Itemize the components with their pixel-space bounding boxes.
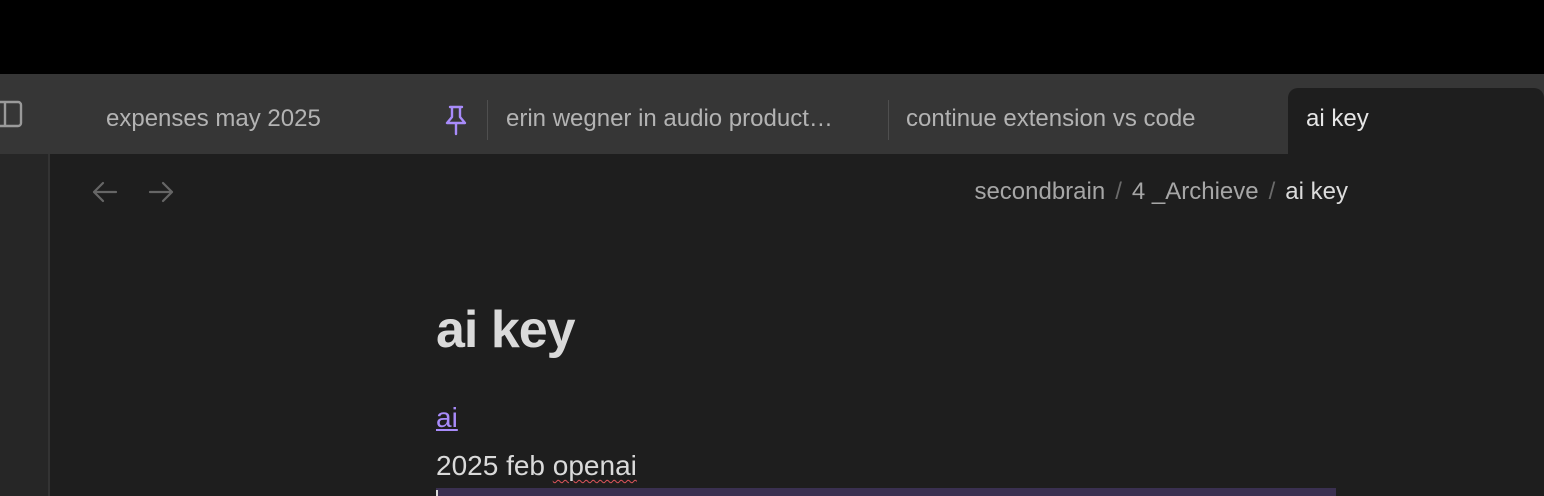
arrow-left-icon[interactable]	[90, 178, 120, 206]
note-title[interactable]: ai key	[436, 298, 576, 362]
text-cursor	[436, 490, 438, 496]
tab-divider	[487, 100, 488, 140]
pin-icon[interactable]	[442, 104, 470, 136]
misspelled-word: openai	[552, 450, 637, 481]
arrow-right-icon[interactable]	[146, 178, 176, 206]
breadcrumb-item-current[interactable]: ai key	[1285, 178, 1348, 205]
tab-divider	[888, 100, 889, 140]
tab-label: continue extension vs code	[906, 105, 1196, 132]
breadcrumb: secondbrain / 4 _Archieve / ai key	[974, 176, 1348, 208]
tab-erin-wegner[interactable]: erin wegner in audio product…	[490, 88, 886, 154]
breadcrumb-separator: /	[1115, 178, 1122, 205]
breadcrumb-item-archieve[interactable]: 4 _Archieve	[1132, 178, 1259, 205]
breadcrumb-separator: /	[1268, 178, 1276, 205]
tab-label: ai key	[1306, 105, 1369, 132]
left-ribbon	[0, 154, 50, 496]
tab-label: expenses may 2025	[106, 105, 321, 132]
breadcrumb-item-secondbrain[interactable]: secondbrain	[974, 178, 1105, 205]
tab-expenses-may-2025[interactable]: expenses may 2025	[90, 88, 410, 154]
tab-label: erin wegner in audio product…	[506, 105, 833, 132]
tab-ai-key[interactable]: ai key	[1288, 88, 1544, 154]
note-internal-link[interactable]: ai	[436, 400, 458, 436]
note-text-line[interactable]: 2025 feb openai	[436, 448, 637, 484]
note-line-prefix: 2025 feb	[436, 450, 553, 481]
window-titlebar	[0, 0, 1544, 74]
code-block[interactable]	[436, 488, 1336, 496]
sidebar-toggle-icon[interactable]	[0, 98, 24, 130]
tab-continue-extension[interactable]: continue extension vs code	[890, 88, 1286, 154]
